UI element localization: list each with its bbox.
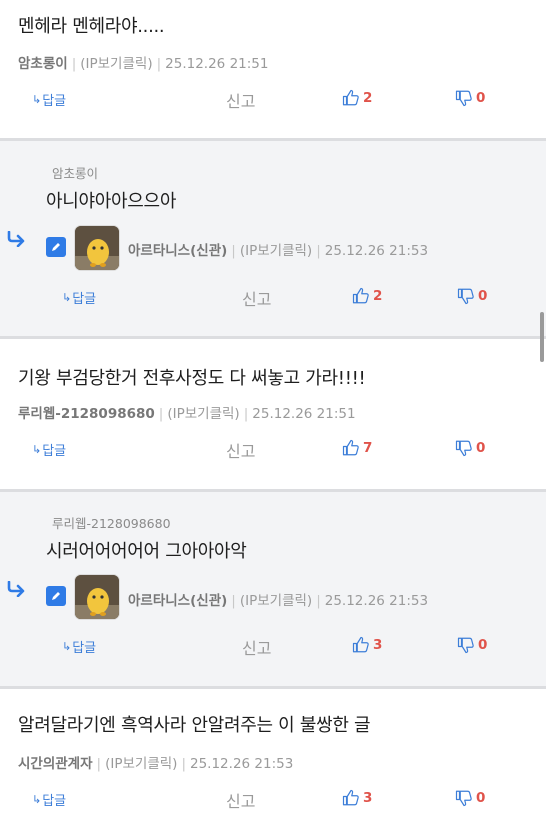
reply-to-author: 암초롱이 <box>52 166 99 181</box>
thumbs-up-icon <box>352 636 369 653</box>
author-name[interactable]: 암초롱이 <box>18 56 68 72</box>
comment-item: 기왕 부검당한거 전후사정도 다 써놓고 가라!!!! 루리웹-21280986… <box>0 339 546 489</box>
author-name[interactable]: 루리웹-2128098680 <box>18 406 155 422</box>
avatar-image <box>75 575 119 619</box>
report-button[interactable]: 신고 <box>226 438 255 462</box>
reply-button[interactable]: ↳ 답글 <box>62 637 96 656</box>
avatar[interactable] <box>74 574 120 620</box>
reply-indent-arrow-icon <box>7 231 25 247</box>
author-name[interactable]: 아르타니스(신관) <box>128 593 227 609</box>
author-name[interactable]: 시간의관계자 <box>18 756 93 772</box>
thumbs-up-icon <box>342 789 359 806</box>
comment-datetime: 25.12.26 21:53 <box>324 593 429 609</box>
reply-arrow-icon: ↳ <box>32 443 42 456</box>
report-button[interactable]: 신고 <box>226 88 255 112</box>
edit-button[interactable] <box>46 586 66 606</box>
comment-text: 멘헤라 멘헤라야..... <box>18 16 165 37</box>
dislike-count: 0 <box>476 440 486 456</box>
reply-arrow-icon: ↳ <box>32 793 42 806</box>
thumbs-up-icon <box>342 439 359 456</box>
dislike-count: 0 <box>478 637 488 653</box>
thumbs-down-icon <box>455 790 472 807</box>
like-count: 3 <box>373 637 383 653</box>
reply-button[interactable]: ↳ 답글 <box>62 288 96 307</box>
comment-item: 알려달라기엔 흑역사라 안알려주는 이 불쌍한 글 시간의관계자 | (IP보기클릭… <box>0 689 546 823</box>
like-button[interactable]: 2 <box>352 287 382 305</box>
comment-datetime: 25.12.26 21:51 <box>165 56 269 72</box>
reply-indent-arrow-icon <box>7 581 25 597</box>
like-button[interactable]: 3 <box>342 789 372 807</box>
comment-datetime: 25.12.26 21:53 <box>190 756 294 772</box>
comment-meta: 아르타니스(신관) | (IP보기클릭) | 25.12.26 21:53 <box>128 593 429 609</box>
comment-meta: 암초롱이 | (IP보기클릭) | 25.12.26 21:51 <box>18 56 269 72</box>
like-button[interactable]: 7 <box>342 439 372 457</box>
comment-datetime: 25.12.26 21:51 <box>252 406 356 422</box>
comment-item: 멘헤라 멘헤라야..... 암초롱이 | (IP보기클릭) | 25.12.26 21:… <box>0 0 546 138</box>
scrollbar-thumb[interactable] <box>540 312 544 362</box>
comment-text: 아니야아아으으아 <box>46 191 177 212</box>
comment-datetime: 25.12.26 21:53 <box>324 243 429 259</box>
dislike-button[interactable]: 0 <box>455 439 485 457</box>
ip-link[interactable]: (IP보기클릭) <box>80 56 152 72</box>
dislike-count: 0 <box>476 790 486 806</box>
ip-link[interactable]: (IP보기클릭) <box>240 593 312 609</box>
reply-arrow-icon: ↳ <box>62 640 72 653</box>
like-count: 7 <box>363 440 373 456</box>
thumbs-down-icon <box>457 637 474 654</box>
reply-arrow-icon: ↳ <box>32 93 42 106</box>
dislike-button[interactable]: 0 <box>455 89 485 107</box>
reply-item: 암초롱이 아니야아아으으아 아르타니스(신관) | (IP보기클릭) | 25.12.2… <box>0 141 546 336</box>
reply-button[interactable]: ↳ 답글 <box>32 790 66 809</box>
reply-arrow-icon: ↳ <box>62 291 72 304</box>
pencil-icon <box>52 592 60 600</box>
comment-text: 알려달라기엔 흑역사라 안알려주는 이 불쌍한 글 <box>18 715 371 736</box>
like-count: 2 <box>373 288 383 304</box>
comment-meta: 아르타니스(신관) | (IP보기클릭) | 25.12.26 21:53 <box>128 243 429 259</box>
like-button[interactable]: 3 <box>352 636 382 654</box>
author-badge-group <box>46 225 122 273</box>
like-count: 3 <box>363 790 373 806</box>
thumbs-down-icon <box>455 440 472 457</box>
report-button[interactable]: 신고 <box>242 635 271 659</box>
comment-meta: 루리웹-2128098680 | (IP보기클릭) | 25.12.26 21:51 <box>18 406 356 422</box>
author-name[interactable]: 아르타니스(신관) <box>128 243 227 259</box>
thumbs-down-icon <box>457 288 474 305</box>
edit-button[interactable] <box>46 237 66 257</box>
reply-button[interactable]: ↳ 답글 <box>32 90 66 109</box>
dislike-button[interactable]: 0 <box>457 636 487 654</box>
dislike-count: 0 <box>478 288 488 304</box>
thumbs-up-icon <box>342 89 359 106</box>
comment-meta: 시간의관계자 | (IP보기클릭) | 25.12.26 21:53 <box>18 756 294 772</box>
like-button[interactable]: 2 <box>342 89 372 107</box>
comment-text: 기왕 부검당한거 전후사정도 다 써놓고 가라!!!! <box>18 368 366 389</box>
report-button[interactable]: 신고 <box>226 788 255 812</box>
ip-link[interactable]: (IP보기클릭) <box>167 406 239 422</box>
report-button[interactable]: 신고 <box>242 286 271 310</box>
reply-button[interactable]: ↳ 답글 <box>32 440 66 459</box>
author-badge-group <box>46 574 122 622</box>
dislike-button[interactable]: 0 <box>455 789 485 807</box>
dislike-count: 0 <box>476 90 486 106</box>
ip-link[interactable]: (IP보기클릭) <box>105 756 177 772</box>
avatar-image <box>75 226 119 270</box>
comment-text: 시러어어어어어 그아아아악 <box>46 541 247 562</box>
like-count: 2 <box>363 90 373 106</box>
reply-to-author: 루리웹-2128098680 <box>52 516 171 531</box>
avatar[interactable] <box>74 225 120 271</box>
reply-item: 루리웹-2128098680 시러어어어어어 그아아아악 아르타니스(신관) |(… <box>0 492 546 686</box>
pencil-icon <box>52 243 60 251</box>
thumbs-down-icon <box>455 90 472 107</box>
ip-link[interactable]: (IP보기클릭) <box>240 243 312 259</box>
dislike-button[interactable]: 0 <box>457 287 487 305</box>
thumbs-up-icon <box>352 287 369 304</box>
